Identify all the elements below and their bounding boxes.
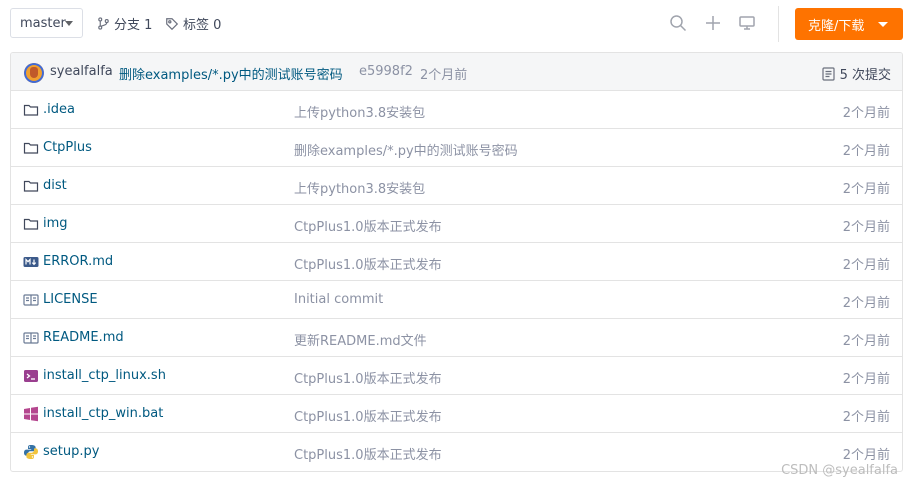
file-row[interactable]: install_ctp_win.bat CtpPlus1.0版本正式发布 2个月前 xyxy=(11,395,902,433)
plus-icon[interactable] xyxy=(704,14,722,32)
file-row[interactable]: img CtpPlus1.0版本正式发布 2个月前 xyxy=(11,205,902,243)
file-commit-time: 2个月前 xyxy=(842,334,890,349)
file-name-link[interactable]: install_ctp_linux.sh xyxy=(43,368,166,383)
commit-sha[interactable]: e5998f2 xyxy=(359,64,413,79)
folder-icon xyxy=(23,216,39,232)
branches-label: 分支 1 xyxy=(114,18,153,33)
clone-button-label: 克隆/下载 xyxy=(808,18,865,34)
file-commit-message[interactable]: 上传python3.8安装包 xyxy=(294,178,425,197)
commit-author[interactable]: syealfalfa xyxy=(50,64,113,79)
file-commit-time: 2个月前 xyxy=(842,106,890,121)
file-commit-message[interactable]: CtpPlus1.0版本正式发布 xyxy=(294,254,442,273)
file-row[interactable]: ERROR.md CtpPlus1.0版本正式发布 2个月前 xyxy=(11,243,902,281)
document-icon xyxy=(821,66,835,81)
file-name-link[interactable]: dist xyxy=(43,178,67,193)
file-commit-message[interactable]: 更新README.md文件 xyxy=(294,330,427,349)
file-commit-message[interactable]: CtpPlus1.0版本正式发布 xyxy=(294,368,442,387)
tags-label: 标签 0 xyxy=(183,18,222,33)
file-commit-time: 2个月前 xyxy=(842,220,890,235)
file-list: syealfalfa 删除examples/*.py中的测试账号密码 e5998… xyxy=(10,52,903,472)
file-commit-time: 2个月前 xyxy=(842,372,890,387)
file-name-link[interactable]: ERROR.md xyxy=(43,254,113,269)
file-commit-time: 2个月前 xyxy=(842,448,890,463)
file-row[interactable]: LICENSE Initial commit 2个月前 xyxy=(11,281,902,319)
file-commit-message[interactable]: Initial commit xyxy=(294,292,383,307)
commits-count-link[interactable]: 5 次提交 xyxy=(821,64,891,83)
branch-icon xyxy=(98,17,109,30)
file-commit-message[interactable]: 删除examples/*.py中的测试账号密码 xyxy=(294,140,518,159)
file-name-link[interactable]: LICENSE xyxy=(43,292,98,307)
caret-down-icon xyxy=(65,21,73,26)
file-row[interactable]: setup.py CtpPlus1.0版本正式发布 2个月前 xyxy=(11,433,902,471)
toolbar-divider xyxy=(778,6,779,42)
file-commit-message[interactable]: CtpPlus1.0版本正式发布 xyxy=(294,216,442,235)
clone-download-button[interactable]: 克隆/下载 xyxy=(795,8,903,40)
file-commit-time: 2个月前 xyxy=(842,296,890,311)
tag-icon xyxy=(166,17,179,30)
watermark: CSDN @syealfalfa xyxy=(781,463,898,478)
branch-select[interactable]: master xyxy=(10,8,83,38)
file-commit-time: 2个月前 xyxy=(842,258,890,273)
file-commit-time: 2个月前 xyxy=(842,182,890,197)
caret-down-icon xyxy=(878,22,888,27)
file-name-link[interactable]: .idea xyxy=(43,102,75,117)
latest-commit-bar: syealfalfa 删除examples/*.py中的测试账号密码 e5998… xyxy=(11,53,902,91)
file-row[interactable]: CtpPlus 删除examples/*.py中的测试账号密码 2个月前 xyxy=(11,129,902,167)
file-commit-time: 2个月前 xyxy=(842,410,890,425)
folder-icon xyxy=(23,178,39,194)
commit-message[interactable]: 删除examples/*.py中的测试账号密码 xyxy=(119,64,343,83)
windows-icon xyxy=(23,406,39,422)
file-row[interactable]: .idea 上传python3.8安装包 2个月前 xyxy=(11,91,902,129)
folder-icon xyxy=(23,102,39,118)
file-commit-time: 2个月前 xyxy=(842,144,890,159)
file-row[interactable]: README.md 更新README.md文件 2个月前 xyxy=(11,319,902,357)
file-commit-message[interactable]: 上传python3.8安装包 xyxy=(294,102,425,121)
file-row[interactable]: dist 上传python3.8安装包 2个月前 xyxy=(11,167,902,205)
file-name-link[interactable]: CtpPlus xyxy=(43,140,92,155)
book-icon xyxy=(23,330,39,346)
file-name-link[interactable]: install_ctp_win.bat xyxy=(43,406,163,421)
branch-select-label: master xyxy=(20,15,66,31)
avatar[interactable] xyxy=(24,63,44,83)
repo-toolbar: master 分支 1 标签 0 克隆/下载 xyxy=(0,0,911,48)
search-icon[interactable] xyxy=(669,14,687,32)
terminal-icon xyxy=(23,368,39,384)
file-commit-message[interactable]: CtpPlus1.0版本正式发布 xyxy=(294,406,442,425)
file-name-link[interactable]: README.md xyxy=(43,330,124,345)
folder-icon xyxy=(23,140,39,156)
branches-link[interactable]: 分支 1 xyxy=(97,14,152,33)
commits-count: 5 次提交 xyxy=(839,68,891,83)
tags-link[interactable]: 标签 0 xyxy=(165,14,221,33)
commit-time: 2个月前 xyxy=(420,68,468,83)
file-row[interactable]: install_ctp_linux.sh CtpPlus1.0版本正式发布 2个月前 xyxy=(11,357,902,395)
python-icon xyxy=(23,444,39,460)
file-commit-message[interactable]: CtpPlus1.0版本正式发布 xyxy=(294,444,442,463)
monitor-icon[interactable] xyxy=(738,14,756,32)
file-name-link[interactable]: img xyxy=(43,216,68,231)
markdown-icon xyxy=(23,254,39,270)
file-name-link[interactable]: setup.py xyxy=(43,444,99,459)
book-icon xyxy=(23,292,39,308)
